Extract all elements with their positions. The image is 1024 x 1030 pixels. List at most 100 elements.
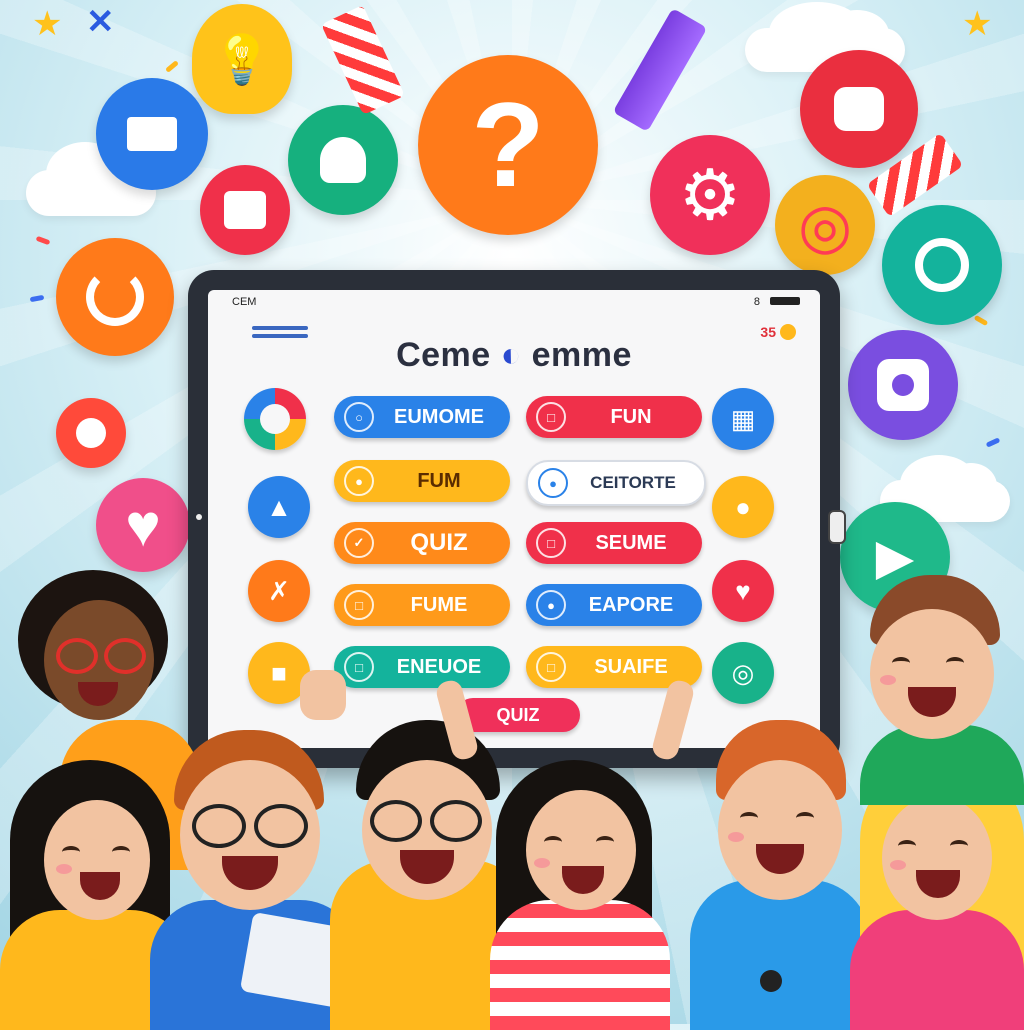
glasses (56, 638, 98, 674)
smile-icon (86, 268, 144, 326)
option-icon: ● (538, 468, 568, 498)
grid-icon-button[interactable]: ▦ (712, 388, 774, 450)
eye (950, 840, 968, 852)
person-face (870, 609, 994, 739)
target-badge: ◎ (775, 175, 875, 275)
badge-count: 35 (760, 324, 776, 340)
option-button-fum[interactable]: ● FUM (334, 460, 510, 502)
option-button-ceitorte[interactable]: ● CEITORTE (526, 460, 706, 506)
option-icon: □ (344, 590, 374, 620)
eye (740, 812, 758, 824)
eye (544, 836, 562, 848)
person-body (490, 900, 670, 1030)
glasses (370, 800, 422, 842)
gear-ring-icon (915, 238, 969, 292)
star-icon: ★ (962, 5, 993, 43)
option-label: EUMOME (394, 405, 484, 428)
chat-bubble-heart: ♥ (96, 478, 190, 572)
target-icon: ◎ (797, 191, 853, 261)
question-icon: ? (471, 78, 545, 212)
chat-bubble-green (288, 105, 398, 215)
cheek (890, 860, 906, 870)
option-label: SEUME (595, 531, 667, 554)
glasses (192, 804, 246, 848)
star-icon: ★ (32, 5, 63, 43)
lightbulb-icon: 💡 (212, 33, 272, 87)
option-button-eapore[interactable]: ● EAPORE (526, 584, 702, 626)
person-glasses-blue-hoodie (150, 730, 360, 1030)
gear-icon: ⚙ (678, 156, 742, 234)
option-icon: ● (344, 466, 374, 496)
option-label: EAPORE (588, 593, 674, 616)
cheek (534, 858, 550, 868)
status-right-text: 8 (753, 296, 760, 308)
option-icon: □ (344, 652, 374, 682)
book-icon (224, 191, 266, 229)
header-badge: 35 (760, 324, 796, 340)
glasses (254, 804, 308, 848)
status-bar: CEM 8 (208, 290, 820, 312)
eye (898, 840, 916, 852)
sail-icon-button[interactable]: ▲ (248, 476, 310, 538)
option-icon: □ (536, 528, 566, 558)
quiz-app-screen: CEM 8 Ceme ◐ emme 35 ▲ ✗ ■ ▦ ● ♥ ◎ ○ EUM… (208, 290, 820, 748)
option-button-fun[interactable]: □ FUN (526, 396, 702, 438)
cheek (880, 675, 896, 685)
sun-badge (56, 398, 126, 468)
chat-bubble-purple (848, 330, 958, 440)
chat-bubble-pink (200, 165, 290, 255)
tablet-home-button[interactable] (828, 510, 846, 544)
option-button-seume[interactable]: □ SEUME (526, 522, 702, 564)
option-label: FUME (410, 593, 468, 616)
option-icon: □ (536, 402, 566, 432)
person-face (882, 796, 992, 920)
tablet-device: CEM 8 Ceme ◐ emme 35 ▲ ✗ ■ ▦ ● ♥ ◎ ○ EUM… (188, 270, 846, 768)
ribbon-icon-button[interactable]: ✗ (248, 560, 310, 622)
question-bubble: ? (418, 55, 598, 235)
option-icon: ✓ (344, 528, 374, 558)
eye (892, 657, 910, 669)
person-striped-shirt (434, 677, 696, 1030)
option-icon: ○ (344, 402, 374, 432)
coin-icon (780, 324, 796, 340)
option-label: SUAIFE (594, 655, 668, 678)
title-part-3: emme (531, 336, 632, 374)
cake-icon-button[interactable]: ● (712, 476, 774, 538)
option-icon: ● (536, 590, 566, 620)
tablet-camera (196, 514, 202, 520)
chef-hat-icon (320, 137, 366, 183)
chat-bubble-magenta: ⚙ (650, 135, 770, 255)
option-button-fume[interactable]: □ FUME (334, 584, 510, 626)
cheek (728, 832, 744, 842)
target-icon-button[interactable]: ◎ (712, 642, 774, 704)
option-button-eumome[interactable]: ○ EUMOME (334, 396, 510, 438)
option-label: FUN (610, 405, 652, 428)
donut-chart-icon[interactable] (244, 388, 306, 450)
option-button-eneuoe[interactable]: □ ENEUOE (334, 646, 510, 688)
message-icon (127, 117, 177, 151)
eye (596, 836, 614, 848)
person-face (44, 800, 150, 920)
chat-bubble-red (800, 50, 918, 168)
close-icon: ✕ (86, 3, 115, 41)
raised-fist (300, 670, 346, 720)
person-brown-hair-green (840, 575, 1024, 805)
person-body (850, 910, 1024, 1030)
eye (112, 846, 130, 858)
cheek (56, 864, 72, 874)
option-label: CEITORTE (590, 473, 676, 492)
page-title: Ceme ◐ emme (208, 336, 820, 375)
chat-bubble-orange (56, 238, 174, 356)
heart-icon-button[interactable]: ♥ (712, 560, 774, 622)
chat-bubble-teal (882, 205, 1002, 325)
person-face (718, 760, 842, 900)
chat-bubble-blue (96, 78, 208, 190)
settings-icon (877, 359, 929, 411)
lightbulb-bubble: 💡 (192, 4, 292, 114)
title-part-1: Ceme (396, 336, 491, 374)
option-button-quiz[interactable]: ✓ QUIZ (334, 522, 510, 564)
glasses (104, 638, 146, 674)
wristwatch-icon (760, 970, 782, 992)
title-part-2: ◐ (500, 336, 522, 374)
option-label: FUM (417, 469, 461, 492)
